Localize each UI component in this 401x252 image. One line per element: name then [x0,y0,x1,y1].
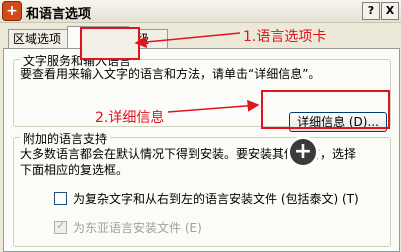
tab-strip: 区域选项 高级 语言 [0,22,401,49]
east-asian-checkbox-row: 为东亚语言安装文件 (E) [54,219,202,236]
app-icon: + [2,1,22,21]
text-services-description: 要查看用来输入文字的语言和方法，请单击“详细信息”。 [20,67,321,81]
complex-script-checkbox[interactable] [54,192,67,205]
supplemental-description-line2: 下面相应的复选框。 [20,163,129,177]
east-asian-checkbox [54,219,67,234]
east-asian-label: 为东亚语言安装文件 (E) [73,221,202,235]
highlight-tab-box [80,27,140,60]
complex-script-checkbox-row[interactable]: 为复杂文字和从右到左的语言安装文件 (包括泰文) (T) [54,190,359,207]
group-title-supplemental: 附加的语言支持 [20,130,111,147]
tab-regional-options[interactable]: 区域选项 [8,29,74,48]
close-button[interactable]: X [381,2,399,20]
highlight-button-box [261,90,390,129]
tab-panel: 文字服务和输入语言 要查看用来输入文字的语言和方法，请单击“详细信息”。 详细信… [3,48,400,252]
complex-script-label: 为复杂文字和从右到左的语言安装文件 (包括泰文) (T) [73,192,359,206]
plus-icon: + [290,139,316,165]
help-button[interactable]: ? [362,2,380,20]
window-title: 和语言选项 [26,7,92,22]
title-bar: + 和语言选项 ? X [0,0,401,23]
supplemental-language-group: 附加的语言支持 大多数语言都会在默认情况下得到安装。要安装其他语言，选择 下面相… [13,130,391,247]
annotation-details: 2.详细信息 [95,110,165,126]
annotation-language-tab: 1.语言选项卡 [243,29,327,45]
